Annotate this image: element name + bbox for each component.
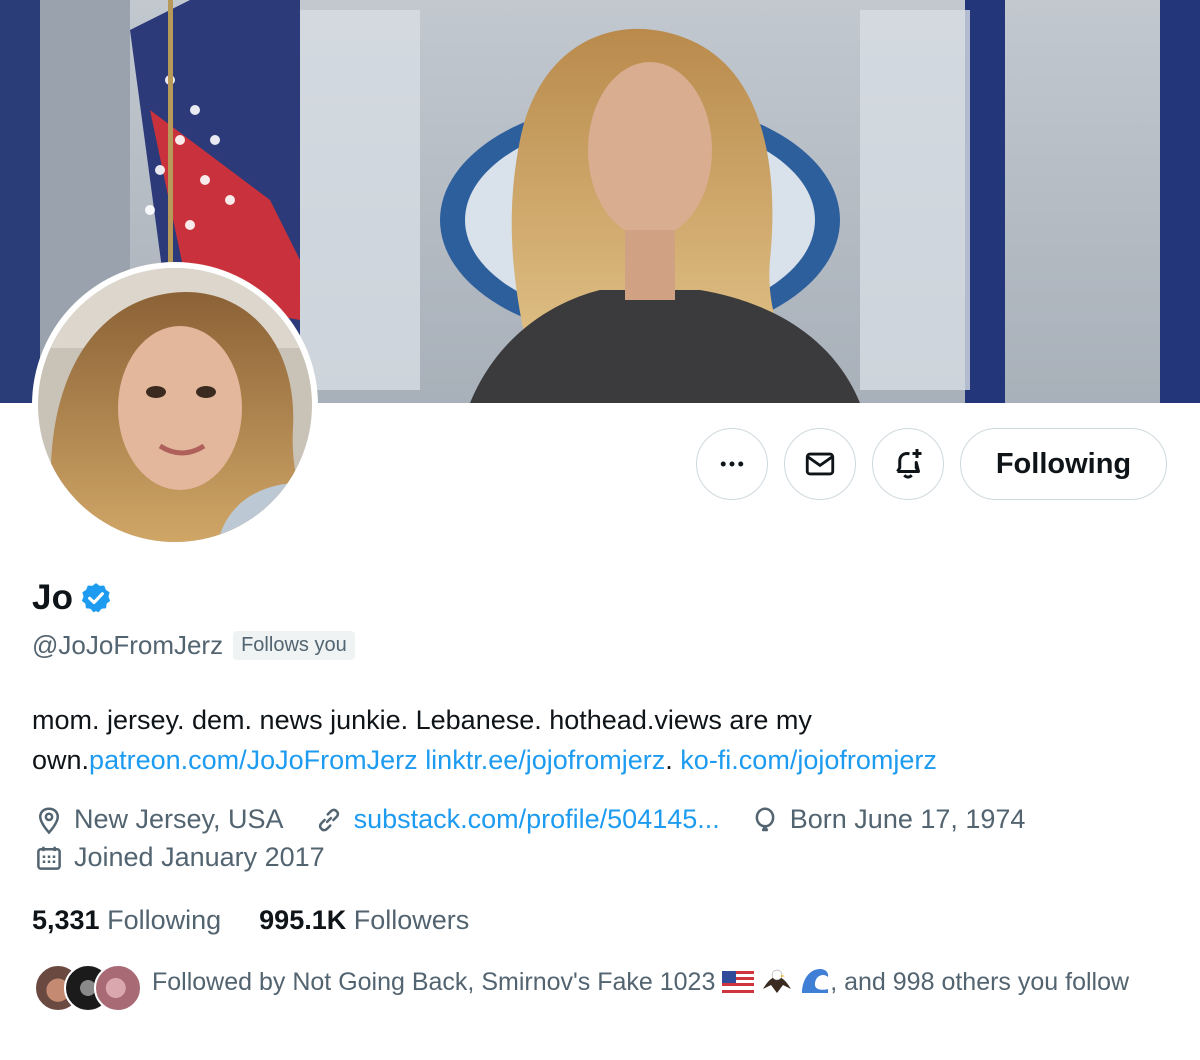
following-label: Following [107, 905, 222, 935]
bell-plus-icon [896, 449, 922, 479]
envelope-icon [805, 452, 835, 476]
notify-button[interactable] [872, 428, 944, 500]
birthday-item: Born June 17, 1974 [750, 804, 1026, 835]
calendar-icon [37, 846, 61, 870]
verified-badge-icon[interactable] [79, 581, 113, 615]
us-flag-icon [722, 971, 755, 993]
follow-stats: 5,331 Following 995.1K Followers [32, 905, 507, 936]
more-icon [720, 461, 744, 467]
following-stat[interactable]: 5,331 Following [32, 905, 221, 936]
profile-meta: New Jersey, USA substack.com/profile/504… [34, 804, 1055, 835]
profile-meta-joined: Joined January 2017 [34, 842, 355, 873]
joined-text: Joined January 2017 [74, 842, 325, 872]
website-link[interactable]: substack.com/profile/504145... [354, 804, 720, 835]
birthday-text: Born June 17, 1974 [789, 804, 1026, 834]
profile-handle: @JoJoFromJerz [32, 630, 224, 660]
followers-label: Followers [353, 905, 470, 935]
followed-by-prefix: Followed by Not Going Back, Smirnov's Fa… [152, 968, 716, 996]
avatar-photo [38, 268, 312, 542]
profile-name-row: Jo [32, 578, 113, 618]
location-pin-icon [38, 806, 60, 834]
wave-icon [802, 969, 829, 993]
bio-link-patreon[interactable]: patreon.com/JoJoFromJerz [89, 745, 418, 775]
location-text: New Jersey, USA [74, 804, 284, 834]
profile-avatar[interactable] [32, 262, 318, 548]
followed-by-avatars[interactable] [34, 964, 142, 1012]
link-icon [318, 808, 339, 831]
followed-by-suffix: , and 998 others you follow [830, 968, 1130, 996]
following-button[interactable]: Following [960, 428, 1167, 500]
eagle-icon [763, 969, 792, 993]
message-button[interactable] [784, 428, 856, 500]
followers-stat[interactable]: 995.1K Followers [259, 905, 469, 936]
website-item[interactable]: substack.com/profile/504145... [314, 804, 720, 835]
bio-link-kofi[interactable]: ko-fi.com/jojofromjerz [680, 745, 937, 775]
more-button[interactable] [696, 428, 768, 500]
handle-row: @JoJoFromJerz Follows you [32, 630, 355, 661]
follower-avatar [94, 964, 142, 1012]
joined-item: Joined January 2017 [34, 842, 325, 873]
location-item: New Jersey, USA [34, 804, 284, 835]
display-name: Jo [32, 578, 74, 617]
followed-by-text[interactable]: Followed by Not Going Back, Smirnov's Fa… [152, 966, 1172, 998]
followers-count: 995.1K [259, 905, 347, 935]
balloon-icon [755, 807, 775, 831]
bio-link-linktree[interactable]: linktr.ee/jojofromjerz [425, 745, 665, 775]
profile-bio: mom. jersey. dem. news junkie. Lebanese.… [32, 700, 1172, 780]
bio-separator: . [665, 745, 681, 775]
follows-you-badge: Follows you [233, 631, 355, 660]
following-count: 5,331 [32, 905, 100, 935]
